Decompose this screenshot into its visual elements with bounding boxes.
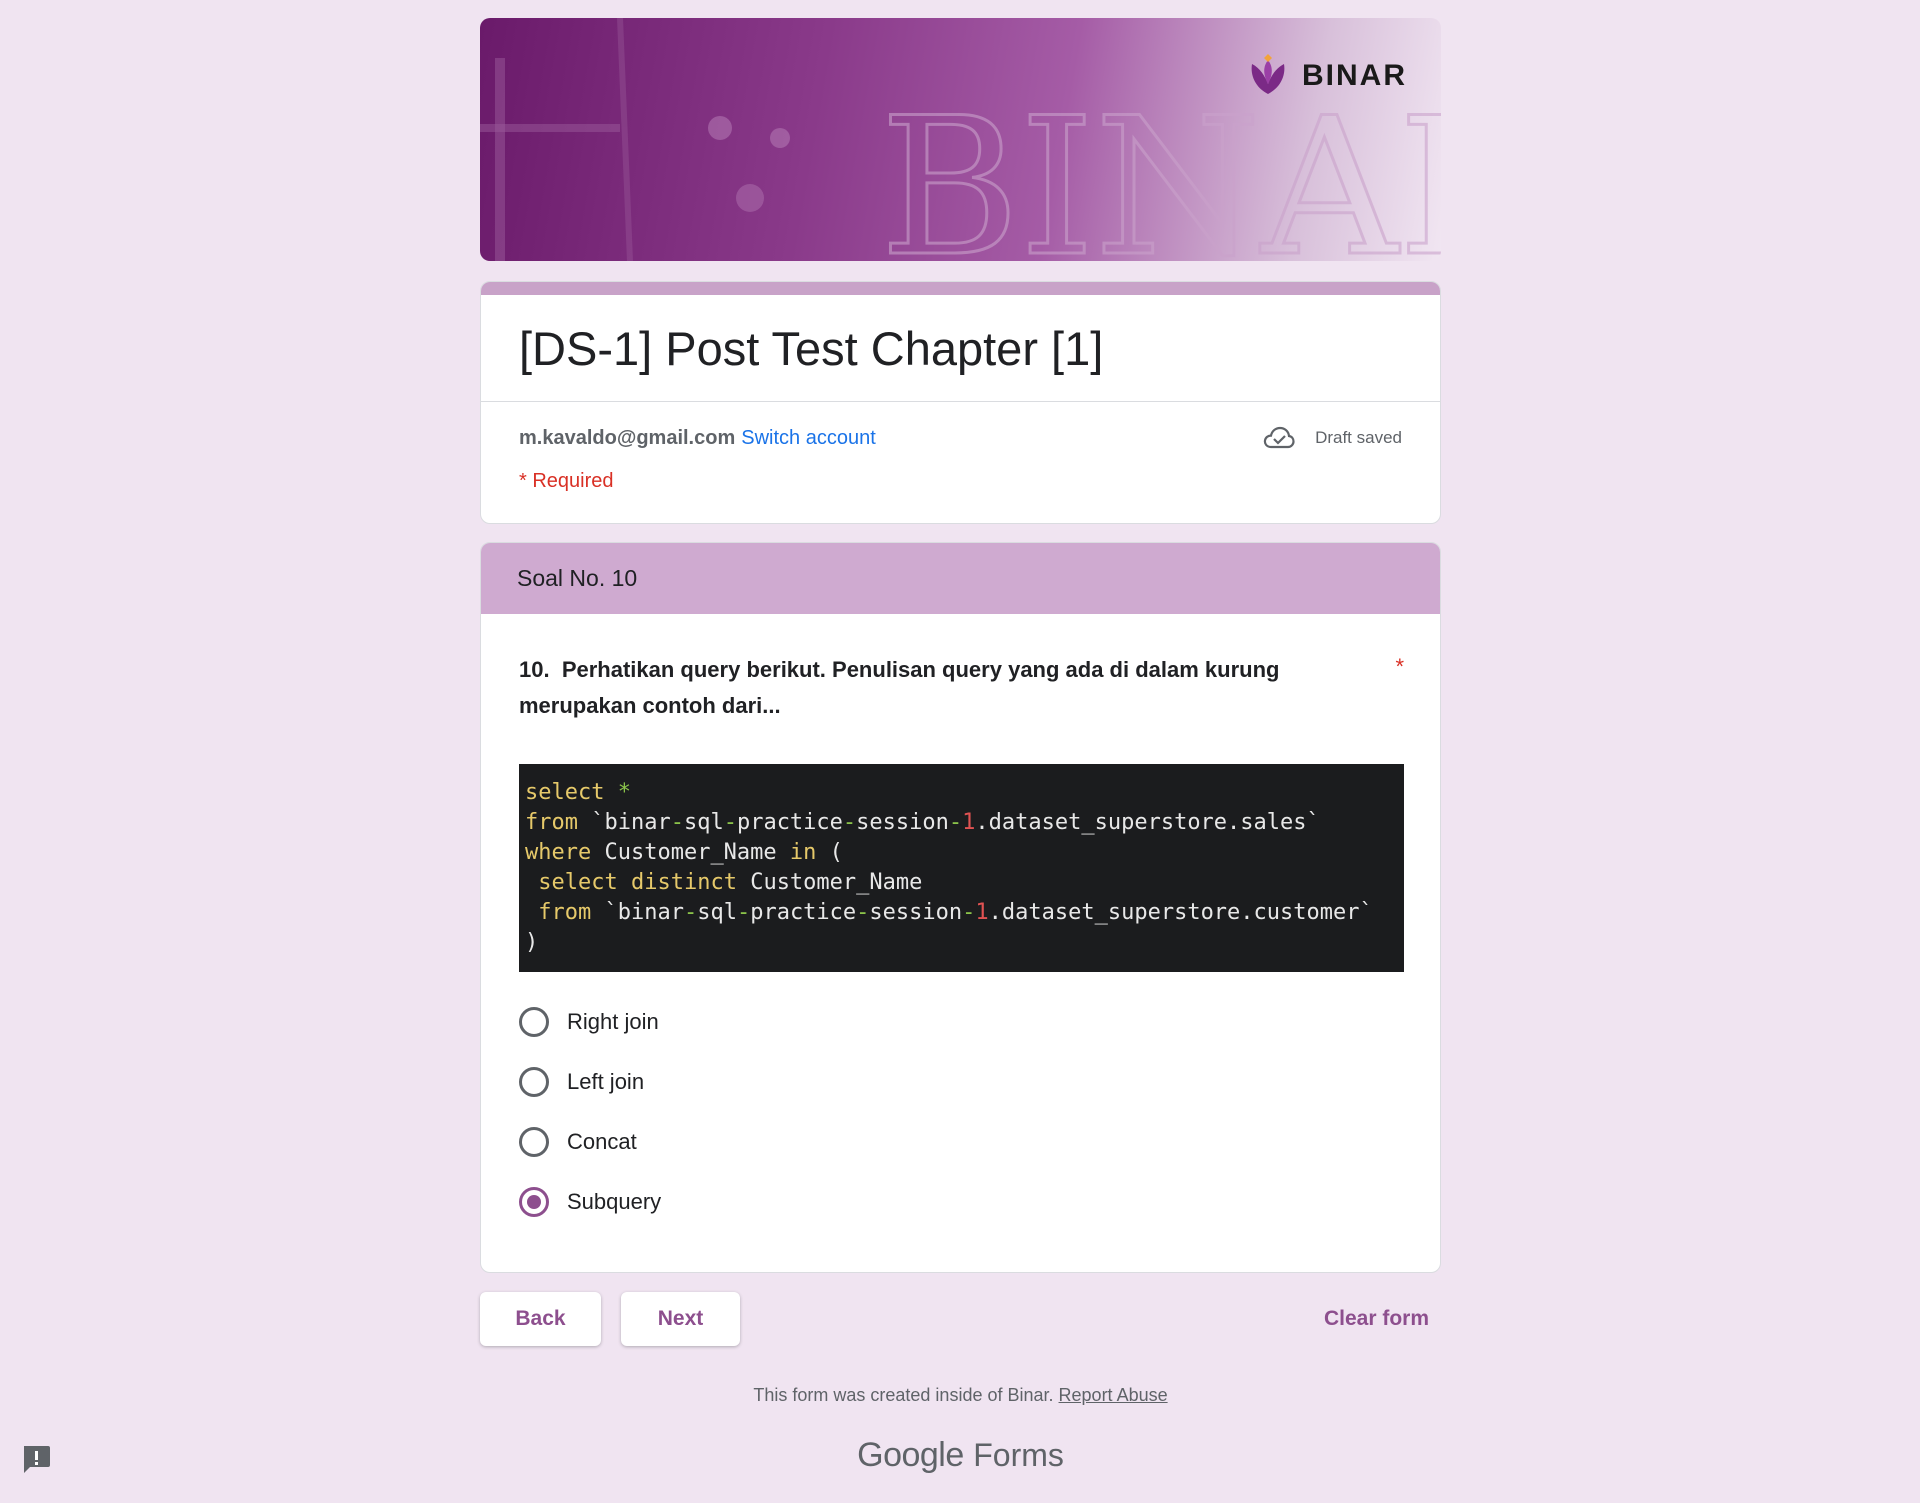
section-header: Soal No. 10 xyxy=(481,543,1440,615)
binar-logo-icon xyxy=(1251,54,1285,94)
question-number: 10. xyxy=(519,657,550,683)
forms-wordmark: Forms xyxy=(973,1437,1064,1474)
draft-status: Draft saved xyxy=(1263,426,1402,450)
required-star: * xyxy=(1395,654,1404,680)
option-label: Concat xyxy=(567,1129,637,1155)
option-label: Subquery xyxy=(567,1189,662,1215)
footer-note: This form was created inside of Binar. R… xyxy=(480,1385,1441,1406)
answer-options: Right join Left join Concat Subquery xyxy=(519,992,1402,1232)
account-row: m.kavaldo@gmail.com Switch account Draft … xyxy=(481,402,1440,450)
option-label: Right join xyxy=(567,1009,659,1035)
question-card: Soal No. 10 10. Perhatikan query berikut… xyxy=(480,542,1441,1274)
clear-form-button[interactable]: Clear form xyxy=(1324,1307,1429,1331)
code-line-3: where Customer_Name in ( xyxy=(525,840,843,866)
code-line-1: select * xyxy=(525,780,631,806)
draft-status-text: Draft saved xyxy=(1315,428,1402,448)
option-label: Left join xyxy=(567,1069,645,1095)
banner-bg-text: BINAR xyxy=(880,77,1441,261)
title-card-accent-strip xyxy=(481,282,1440,295)
radio-button[interactable] xyxy=(519,1127,549,1158)
form-container: BINAR BINAR [DS-1] Post Test Chapter [1]… xyxy=(480,18,1441,1475)
sql-code-image: select * from `binar-sql-practice-session… xyxy=(519,764,1404,973)
google-forms-logo[interactable]: Google Forms xyxy=(480,1436,1441,1475)
report-issue-icon[interactable] xyxy=(20,1443,52,1475)
code-line-5: from `binar-sql-practice-session-1.datas… xyxy=(538,900,1373,926)
footer-note-text: This form was created inside of Binar. xyxy=(753,1385,1054,1406)
account-info: m.kavaldo@gmail.com Switch account xyxy=(519,427,876,450)
question-prompt: Perhatikan query berikut. Penulisan quer… xyxy=(519,657,1280,719)
radio-button[interactable] xyxy=(519,1067,549,1098)
radio-button-selected[interactable] xyxy=(519,1187,549,1218)
required-note: * Required xyxy=(519,470,614,493)
back-button[interactable]: Back xyxy=(480,1292,601,1347)
binar-logo: BINAR xyxy=(1246,54,1407,98)
radio-button[interactable] xyxy=(519,1007,549,1038)
form-navigation: Back Next Clear form xyxy=(480,1291,1441,1347)
option-subquery[interactable]: Subquery xyxy=(519,1172,1402,1232)
title-card: [DS-1] Post Test Chapter [1] m.kavaldo@g… xyxy=(480,281,1441,525)
switch-account-link[interactable]: Switch account xyxy=(741,427,876,449)
form-title: [DS-1] Post Test Chapter [1] xyxy=(519,322,1104,375)
option-right-join[interactable]: Right join xyxy=(519,992,1402,1052)
code-line-2: from `binar-sql-practice-session-1.datas… xyxy=(525,810,1320,836)
question-text: 10. Perhatikan query berikut. Penulisan … xyxy=(519,652,1339,724)
question-body: 10. Perhatikan query berikut. Penulisan … xyxy=(481,614,1440,1272)
header-banner: BINAR BINAR xyxy=(480,18,1441,261)
report-abuse-link[interactable]: Report Abuse xyxy=(1059,1385,1168,1405)
option-concat[interactable]: Concat xyxy=(519,1112,1402,1172)
account-email: m.kavaldo@gmail.com xyxy=(519,426,736,449)
google-wordmark: Google xyxy=(857,1436,964,1475)
binar-logo-text: BINAR xyxy=(1302,59,1407,92)
title-area: [DS-1] Post Test Chapter [1] xyxy=(481,295,1440,403)
next-button[interactable]: Next xyxy=(621,1292,740,1347)
code-line-4: select distinct Customer_Name xyxy=(538,870,923,896)
cloud-check-icon xyxy=(1263,427,1295,449)
code-line-6: ) xyxy=(525,930,539,956)
option-left-join[interactable]: Left join xyxy=(519,1052,1402,1112)
